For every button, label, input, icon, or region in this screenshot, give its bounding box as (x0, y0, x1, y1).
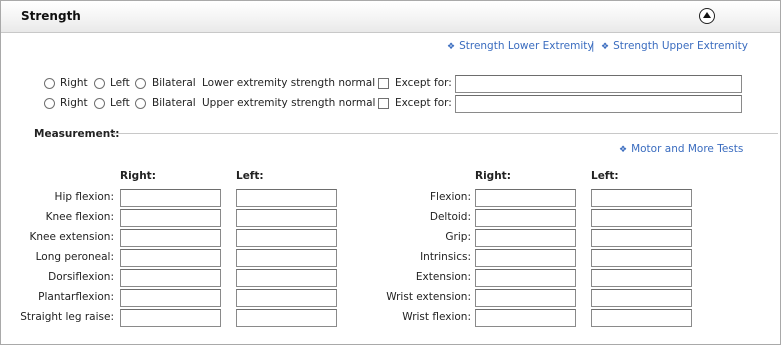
strength-lower-extremity-link[interactable]: ❖ Strength Lower Extremity (447, 40, 594, 52)
upper-extension-left-input[interactable] (591, 269, 692, 287)
lower-hip-flexion-right-input[interactable] (120, 189, 221, 207)
link-separator: | (591, 40, 595, 52)
lower-except-label: Except for: (395, 77, 452, 89)
lower-plantarflexion-left-input[interactable] (236, 289, 337, 307)
lower-left-radio[interactable] (94, 78, 105, 89)
upper-flexion-left-input[interactable] (591, 189, 692, 207)
upper-right-radio[interactable] (44, 98, 55, 109)
lower-except-input[interactable] (455, 75, 742, 93)
upper-intrinsics-label: Intrinsics: (420, 251, 471, 263)
lower-normal-checkbox[interactable] (378, 78, 389, 89)
lower-knee-extension-label: Knee extension: (29, 231, 114, 243)
upper-intrinsics-left-input[interactable] (591, 249, 692, 267)
lower-plantarflexion-right-input[interactable] (120, 289, 221, 307)
lower-knee-extension-right-input[interactable] (120, 229, 221, 247)
upper-except-label: Except for: (395, 97, 452, 109)
upper-grip-label: Grip: (445, 231, 471, 243)
measurement-divider (111, 133, 778, 134)
diamond-bullet-icon: ❖ (619, 145, 628, 155)
upper-intrinsics-right-input[interactable] (475, 249, 576, 267)
lower-bilateral-label: Bilateral (152, 77, 196, 89)
lower-long-peroneal-left-input[interactable] (236, 249, 337, 267)
collapse-up-icon[interactable] (699, 8, 715, 24)
upper-wrist-extension-left-input[interactable] (591, 289, 692, 307)
upper-left-label: Left (110, 97, 130, 109)
lower-dorsiflexion-label: Dorsiflexion: (48, 271, 114, 283)
lower-left-label: Left (110, 77, 130, 89)
lower-long-peroneal-right-input[interactable] (120, 249, 221, 267)
lower-knee-flexion-left-input[interactable] (236, 209, 337, 227)
lower-right-radio[interactable] (44, 78, 55, 89)
upper-wrist-flexion-left-input[interactable] (591, 309, 692, 327)
upper-normal-checkbox[interactable] (378, 98, 389, 109)
motor-and-more-tests-link[interactable]: ❖ Motor and More Tests (619, 143, 743, 155)
strength-lower-extremity-label: Strength Lower Extremity (459, 40, 594, 52)
upper-except-input[interactable] (455, 95, 742, 113)
upper-deltoid-right-input[interactable] (475, 209, 576, 227)
upper-deltoid-left-input[interactable] (591, 209, 692, 227)
lower-left-header: Left: (236, 170, 264, 182)
upper-extension-label: Extension: (415, 271, 471, 283)
upper-left-header: Left: (591, 170, 619, 182)
diamond-bullet-icon: ❖ (601, 42, 610, 52)
upper-deltoid-label: Deltoid: (429, 211, 471, 223)
upper-grip-left-input[interactable] (591, 229, 692, 247)
strength-panel: Strength ❖ Strength Lower Extremity | ❖ St… (0, 0, 781, 345)
strength-upper-extremity-link[interactable]: ❖ Strength Upper Extremity (601, 40, 748, 52)
upper-right-label: Right (60, 97, 88, 109)
lower-straight-leg-raise-right-input[interactable] (120, 309, 221, 327)
strength-upper-extremity-label: Strength Upper Extremity (613, 40, 748, 52)
lower-plantarflexion-label: Plantarflexion: (38, 291, 114, 303)
upper-wrist-extension-right-input[interactable] (475, 289, 576, 307)
upper-extension-right-input[interactable] (475, 269, 576, 287)
upper-wrist-extension-label: Wrist extension: (386, 291, 471, 303)
upper-right-header: Right: (475, 170, 511, 182)
lower-long-peroneal-label: Long peroneal: (35, 251, 114, 263)
measurement-title: Measurement: (34, 128, 120, 140)
lower-dorsiflexion-left-input[interactable] (236, 269, 337, 287)
upper-flexion-label: Flexion: (430, 191, 471, 203)
diamond-bullet-icon: ❖ (447, 42, 456, 52)
upper-bilateral-label: Bilateral (152, 97, 196, 109)
section-title: Strength (21, 9, 81, 23)
lower-straight-leg-raise-label: Straight leg raise: (20, 311, 114, 323)
upper-bilateral-radio[interactable] (135, 98, 146, 109)
upper-flexion-right-input[interactable] (475, 189, 576, 207)
upper-wrist-flexion-right-input[interactable] (475, 309, 576, 327)
lower-hip-flexion-label: Hip flexion: (54, 191, 114, 203)
lower-normal-label: Lower extremity strength normal (202, 77, 376, 89)
lower-knee-flexion-label: Knee flexion: (45, 211, 114, 223)
lower-bilateral-radio[interactable] (135, 78, 146, 89)
lower-straight-leg-raise-left-input[interactable] (236, 309, 337, 327)
upper-wrist-flexion-label: Wrist flexion: (402, 311, 471, 323)
upper-normal-label: Upper extremity strength normal (202, 97, 376, 109)
lower-knee-extension-left-input[interactable] (236, 229, 337, 247)
lower-knee-flexion-right-input[interactable] (120, 209, 221, 227)
lower-dorsiflexion-right-input[interactable] (120, 269, 221, 287)
section-header[interactable]: Strength (1, 1, 780, 33)
lower-hip-flexion-left-input[interactable] (236, 189, 337, 207)
upper-left-radio[interactable] (94, 98, 105, 109)
lower-right-header: Right: (120, 170, 156, 182)
upper-grip-right-input[interactable] (475, 229, 576, 247)
lower-right-label: Right (60, 77, 88, 89)
motor-and-more-tests-label: Motor and More Tests (631, 143, 744, 155)
